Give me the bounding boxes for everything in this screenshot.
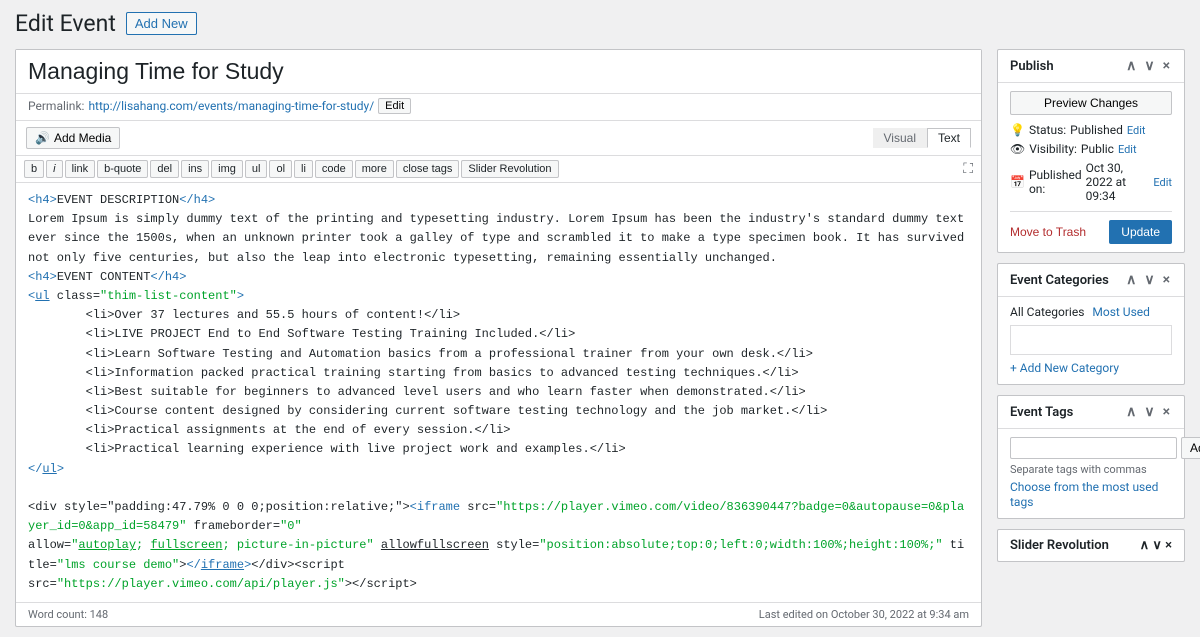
- fmt-slider-revolution[interactable]: Slider Revolution: [461, 160, 558, 178]
- fmt-bquote[interactable]: b-quote: [97, 160, 148, 178]
- choose-tags-link[interactable]: Choose from the most used tags: [1010, 480, 1158, 509]
- publish-actions: Move to Trash Update: [1010, 211, 1172, 244]
- event-tags-body: Add Separate tags with commas Choose fro…: [998, 429, 1184, 518]
- tab-most-used[interactable]: Most Used: [1092, 305, 1150, 319]
- status-edit-link[interactable]: Edit: [1127, 124, 1146, 137]
- publish-collapse-icon[interactable]: ∧: [1124, 58, 1138, 74]
- published-on-label: Published on:: [1029, 168, 1082, 196]
- format-toolbar: b i link b-quote del ins img ul ol li co…: [16, 156, 981, 183]
- tag-input[interactable]: [1010, 437, 1177, 459]
- fmt-ins[interactable]: ins: [181, 160, 209, 178]
- fmt-ul[interactable]: ul: [245, 160, 268, 178]
- move-to-trash-button[interactable]: Move to Trash: [1010, 225, 1086, 239]
- publish-controls: ∧ ∨ ×: [1124, 58, 1172, 74]
- published-on-edit-link[interactable]: Edit: [1153, 176, 1172, 189]
- category-tabs: All Categories Most Used: [1010, 305, 1172, 319]
- add-tag-button[interactable]: Add: [1181, 437, 1200, 459]
- editor-content[interactable]: <h4>EVENT DESCRIPTION</h4> Lorem Ipsum i…: [16, 183, 981, 602]
- published-on-row: 📅 Published on: Oct 30, 2022 at 09:34 Ed…: [1010, 161, 1172, 203]
- update-button[interactable]: Update: [1109, 220, 1172, 244]
- event-tags-collapse-icon[interactable]: ∧: [1124, 404, 1138, 420]
- editor-toolbar-top: 🔊 Add Media Visual Text: [16, 121, 981, 156]
- publish-header: Publish ∧ ∨ ×: [998, 50, 1184, 83]
- published-on-value: Oct 30, 2022 at 09:34: [1086, 161, 1150, 203]
- sidebar: Publish ∧ ∨ × Preview Changes 💡 Status: …: [997, 49, 1185, 562]
- editor-footer: Word count: 148 Last edited on October 3…: [16, 602, 981, 626]
- event-categories-title: Event Categories: [1010, 273, 1109, 288]
- tab-text[interactable]: Text: [927, 128, 971, 148]
- title-input[interactable]: [16, 50, 981, 94]
- tab-all-categories[interactable]: All Categories: [1010, 305, 1084, 319]
- last-edited: Last edited on October 30, 2022 at 9:34 …: [759, 608, 969, 621]
- add-media-label: Add Media: [54, 131, 111, 145]
- event-tags-header: Event Tags ∧ ∨ ×: [998, 396, 1184, 429]
- event-categories-controls: ∧ ∨ ×: [1124, 272, 1172, 288]
- view-tabs: Visual Text: [873, 128, 971, 148]
- slider-revolution-controls: ∧ ∨ ×: [1140, 538, 1172, 553]
- add-new-button[interactable]: Add New: [126, 12, 197, 35]
- event-tags-box: Event Tags ∧ ∨ × Add Separate tags with …: [997, 395, 1185, 519]
- fmt-italic[interactable]: i: [46, 160, 62, 178]
- category-list: [1010, 325, 1172, 355]
- main-layout: Permalink: http://lisahang.com/events/ma…: [15, 49, 1185, 627]
- publish-title: Publish: [1010, 59, 1054, 74]
- fmt-bold[interactable]: b: [24, 160, 44, 178]
- add-new-category-link[interactable]: + Add New Category: [1010, 361, 1119, 375]
- fmt-ol[interactable]: ol: [269, 160, 292, 178]
- tab-visual[interactable]: Visual: [873, 128, 927, 148]
- event-tags-controls: ∧ ∨ ×: [1124, 404, 1172, 420]
- status-label: Status:: [1029, 123, 1066, 137]
- status-row: 💡 Status: Published Edit: [1010, 123, 1172, 137]
- slider-rev-expand-icon[interactable]: ∨: [1152, 538, 1162, 553]
- fmt-more[interactable]: more: [355, 160, 394, 178]
- preview-changes-button[interactable]: Preview Changes: [1010, 91, 1172, 115]
- slider-rev-close-icon[interactable]: ×: [1165, 538, 1172, 553]
- event-tags-expand-icon[interactable]: ∨: [1142, 404, 1156, 420]
- visibility-value: Public: [1081, 142, 1114, 156]
- publish-expand-icon[interactable]: ∨: [1142, 58, 1156, 74]
- visibility-row: 👁 Visibility: Public Edit: [1010, 142, 1172, 156]
- slider-rev-collapse-icon[interactable]: ∧: [1140, 538, 1150, 553]
- fmt-close-tags[interactable]: close tags: [396, 160, 460, 178]
- event-cat-expand-icon[interactable]: ∨: [1142, 272, 1156, 288]
- slider-revolution-box: Slider Revolution ∧ ∨ ×: [997, 529, 1185, 562]
- fmt-img[interactable]: img: [211, 160, 243, 178]
- editor-area: Permalink: http://lisahang.com/events/ma…: [15, 49, 982, 627]
- add-media-button[interactable]: 🔊 Add Media: [26, 127, 120, 149]
- event-tags-title: Event Tags: [1010, 405, 1073, 420]
- fmt-del[interactable]: del: [150, 160, 179, 178]
- page-header: Edit Event Add New: [15, 10, 1185, 37]
- event-cat-collapse-icon[interactable]: ∧: [1124, 272, 1138, 288]
- event-categories-header: Event Categories ∧ ∨ ×: [998, 264, 1184, 297]
- publish-close-icon[interactable]: ×: [1161, 58, 1172, 74]
- slider-revolution-header: Slider Revolution ∧ ∨ ×: [998, 530, 1184, 561]
- fmt-li[interactable]: li: [294, 160, 313, 178]
- publish-body: Preview Changes 💡 Status: Published Edit…: [998, 83, 1184, 252]
- permalink-link[interactable]: http://lisahang.com/events/managing-time…: [88, 99, 374, 113]
- tag-input-row: Add: [1010, 437, 1172, 459]
- visibility-edit-link[interactable]: Edit: [1118, 143, 1137, 156]
- status-icon: 💡: [1010, 123, 1025, 137]
- status-value: Published: [1070, 123, 1123, 137]
- fmt-link[interactable]: link: [65, 160, 96, 178]
- permalink-label: Permalink:: [28, 99, 84, 113]
- event-cat-close-icon[interactable]: ×: [1161, 272, 1172, 288]
- tag-hint: Separate tags with commas: [1010, 463, 1172, 476]
- page-title: Edit Event: [15, 10, 116, 37]
- event-categories-box: Event Categories ∧ ∨ × All Categories Mo…: [997, 263, 1185, 385]
- publish-box: Publish ∧ ∨ × Preview Changes 💡 Status: …: [997, 49, 1185, 253]
- visibility-icon: 👁: [1010, 142, 1025, 156]
- visibility-label: Visibility:: [1029, 142, 1077, 156]
- calendar-icon: 📅: [1010, 175, 1025, 189]
- permalink-bar: Permalink: http://lisahang.com/events/ma…: [16, 94, 981, 121]
- add-media-icon: 🔊: [35, 131, 50, 145]
- event-categories-body: All Categories Most Used + Add New Categ…: [998, 297, 1184, 384]
- fmt-code[interactable]: code: [315, 160, 353, 178]
- edit-permalink-button[interactable]: Edit: [378, 98, 411, 114]
- expand-editor-icon[interactable]: ⛶: [963, 161, 973, 177]
- slider-revolution-title: Slider Revolution: [1010, 538, 1109, 553]
- event-tags-close-icon[interactable]: ×: [1161, 404, 1172, 420]
- word-count: Word count: 148: [28, 608, 108, 621]
